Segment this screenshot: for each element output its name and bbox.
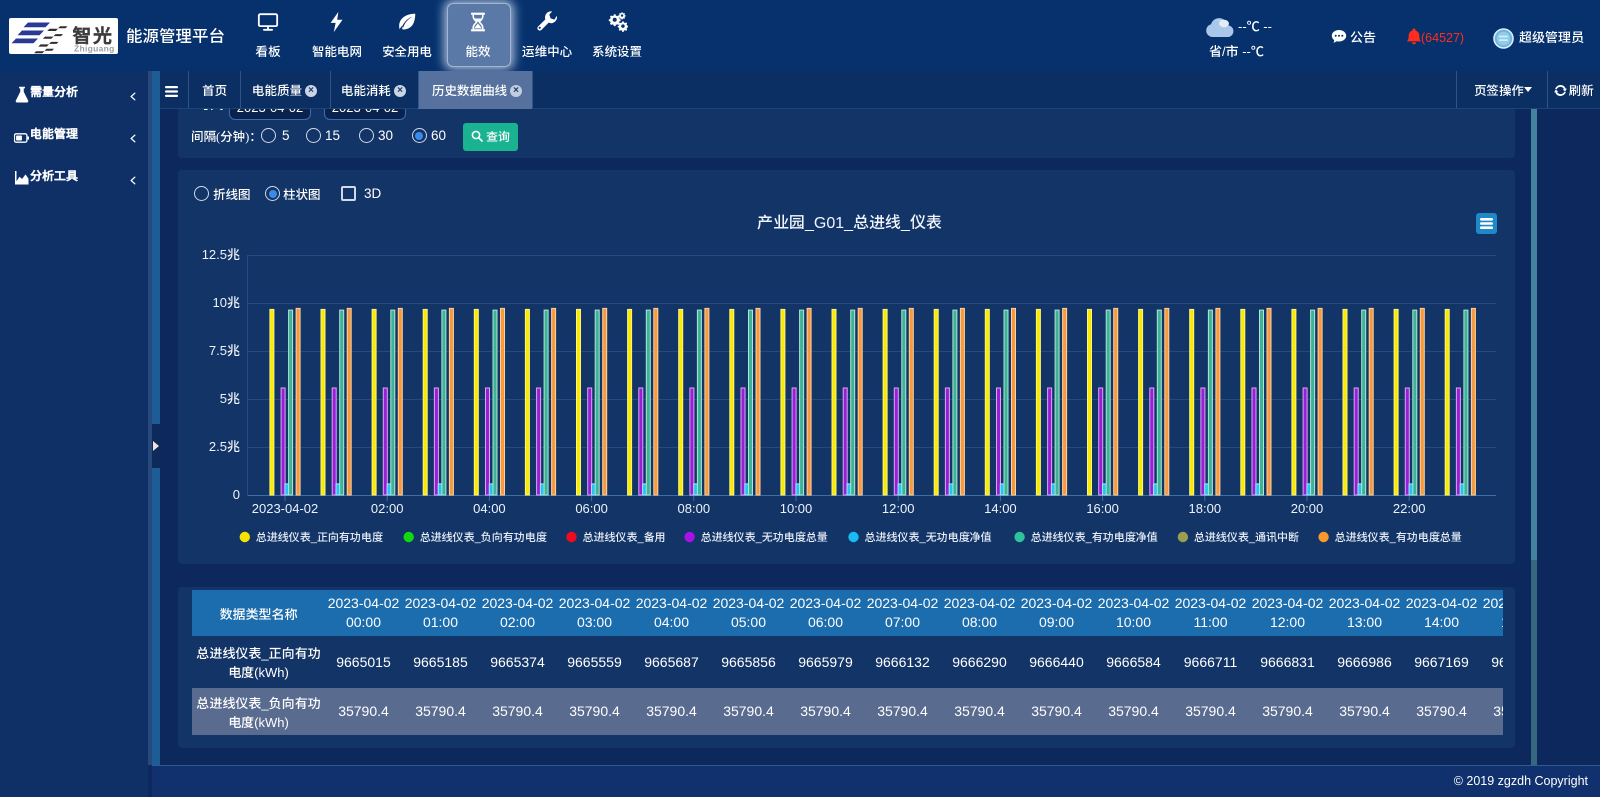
- svg-text:08:00: 08:00: [678, 501, 711, 516]
- svg-text:2.5兆: 2.5兆: [209, 439, 240, 454]
- svg-text:06:00: 06:00: [575, 501, 608, 516]
- svg-text:总进线仪表_无功电度总量: 总进线仪表_无功电度总量: [701, 531, 828, 544]
- svg-text:02:00: 02:00: [371, 501, 404, 516]
- svg-text:总进线仪表_负向有功电度: 总进线仪表_负向有功电度: [420, 531, 547, 544]
- svg-text:产业园_G01_总进线_仪表: 产业园_G01_总进线_仪表: [757, 214, 942, 232]
- svg-text:10:00: 10:00: [780, 501, 813, 516]
- svg-text:0: 0: [233, 487, 240, 502]
- svg-text:Zhiguang: Zhiguang: [74, 44, 115, 54]
- svg-text:10兆: 10兆: [213, 295, 240, 310]
- svg-text:22:00: 22:00: [1393, 501, 1426, 516]
- svg-text:总进线仪表_有功电度总量: 总进线仪表_有功电度总量: [1335, 531, 1462, 544]
- svg-text:2023-04-02: 2023-04-02: [252, 501, 319, 516]
- svg-text:04:00: 04:00: [473, 501, 506, 516]
- svg-text:5兆: 5兆: [220, 391, 240, 406]
- svg-text:7.5兆: 7.5兆: [209, 343, 240, 358]
- svg-text:18:00: 18:00: [1189, 501, 1222, 516]
- svg-text:总进线仪表_无功电度净值: 总进线仪表_无功电度净值: [865, 531, 993, 544]
- svg-text:12.5兆: 12.5兆: [202, 247, 240, 262]
- svg-text:20:00: 20:00: [1291, 501, 1324, 516]
- svg-text:14:00: 14:00: [984, 501, 1017, 516]
- svg-text:总进线仪表_通讯中断: 总进线仪表_通讯中断: [1194, 531, 1300, 544]
- svg-text:总进线仪表_正向有功电度: 总进线仪表_正向有功电度: [256, 531, 383, 544]
- svg-text:总进线仪表_有功电度净值: 总进线仪表_有功电度净值: [1031, 531, 1159, 544]
- svg-text:总进线仪表_备用: 总进线仪表_备用: [583, 531, 666, 544]
- svg-text:12:00: 12:00: [882, 501, 915, 516]
- svg-text:16:00: 16:00: [1086, 501, 1119, 516]
